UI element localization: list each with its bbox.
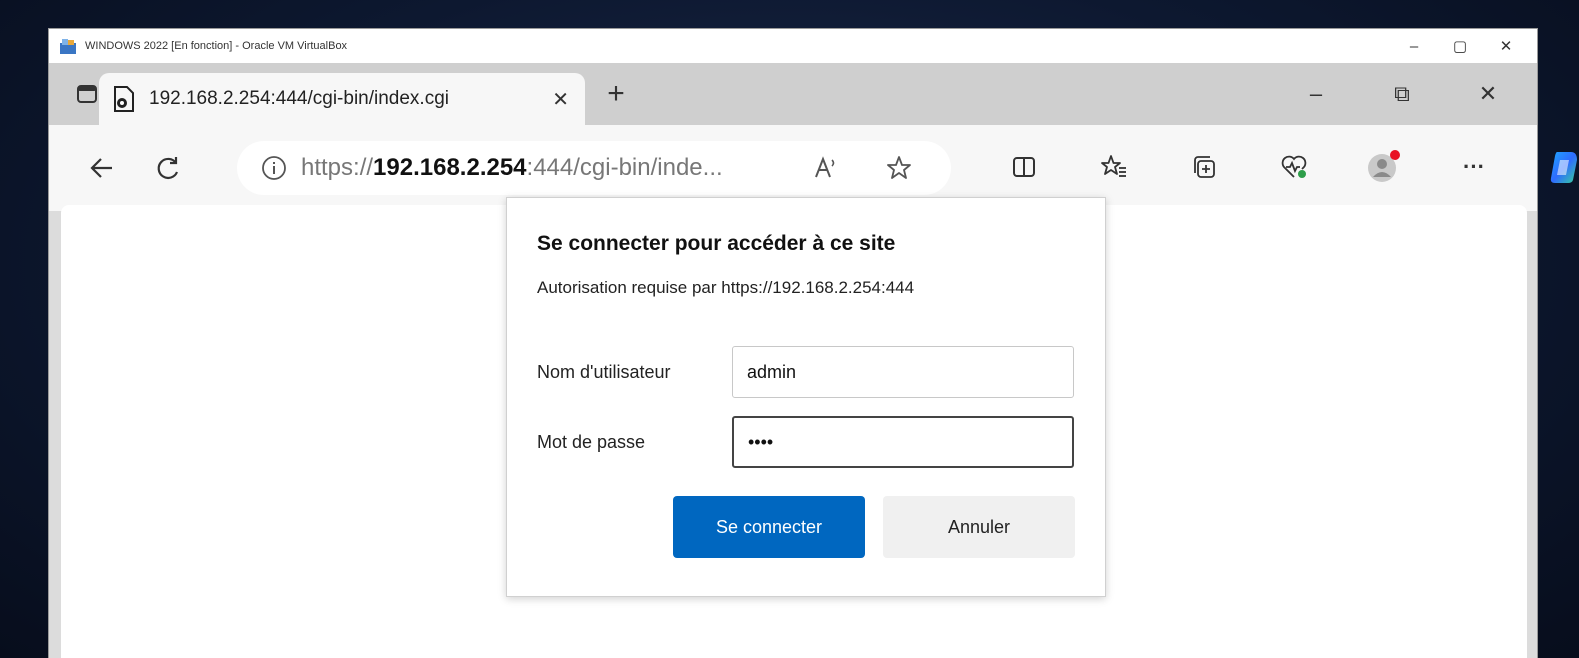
address-url: https://192.168.2.254:444/cgi-bin/inde..… <box>301 154 723 182</box>
browser-tabstrip: 192.168.2.254:444/cgi-bin/index.cgi ✕ + … <box>49 63 1537 125</box>
password-input[interactable] <box>732 416 1074 468</box>
sign-in-button[interactable]: Se connecter <box>673 496 865 558</box>
virtualbox-window: WINDOWS 2022 [En fonction] - Oracle VM V… <box>48 28 1577 658</box>
browser-window-controls: – ⧉ ✕ <box>1273 63 1531 125</box>
favorites-list-icon <box>1101 155 1126 177</box>
password-label: Mot de passe <box>537 431 646 452</box>
dialog-subtitle: Autorisation requise par https://192.168… <box>537 278 915 297</box>
url-host: 192.168.2.254 <box>373 154 527 181</box>
back-button[interactable] <box>69 138 135 198</box>
back-arrow-icon <box>90 158 112 178</box>
heart-pulse-icon <box>1281 155 1307 178</box>
url-path: :444/cgi-bin/inde... <box>526 154 723 181</box>
vbox-minimize-button[interactable]: – <box>1391 38 1437 55</box>
collections-button[interactable] <box>1159 137 1249 197</box>
browser-minimize-button[interactable]: – <box>1273 81 1359 107</box>
site-info-icon[interactable] <box>261 155 287 181</box>
browser-close-button[interactable]: ✕ <box>1445 81 1531 107</box>
copilot-button[interactable] <box>1519 137 1579 197</box>
vbox-maximize-button[interactable]: ▢ <box>1437 37 1483 55</box>
vbox-close-button[interactable]: ✕ <box>1483 37 1529 55</box>
favorite-star-icon[interactable] <box>885 154 913 182</box>
collections-icon <box>1194 156 1215 178</box>
virtualbox-title: WINDOWS 2022 [En fonction] - Oracle VM V… <box>85 40 348 52</box>
refresh-button[interactable] <box>135 138 201 198</box>
toolbar-right-icons: ··· <box>979 137 1579 197</box>
virtualbox-logo-icon <box>60 39 76 54</box>
dialog-title: Se connecter pour accéder à ce site <box>537 232 896 255</box>
profile-button[interactable] <box>1339 137 1429 197</box>
page-content: Se connecter pour accéder à ce site Auto… <box>61 197 1527 658</box>
split-screen-button[interactable] <box>979 137 1069 197</box>
refresh-icon <box>157 157 179 179</box>
tab-close-button[interactable]: ✕ <box>552 87 569 112</box>
url-scheme: https:// <box>301 154 374 181</box>
browser-essentials-button[interactable] <box>1249 137 1339 197</box>
virtualbox-window-controls: – ▢ ✕ <box>1391 29 1529 63</box>
browser-restore-button[interactable]: ⧉ <box>1359 81 1445 107</box>
copilot-icon <box>1550 152 1577 183</box>
split-screen-icon <box>1013 157 1035 177</box>
browser-tab-active[interactable]: 192.168.2.254:444/cgi-bin/index.cgi ✕ <box>99 73 585 125</box>
avatar-icon <box>1368 150 1400 182</box>
address-bar[interactable]: https://192.168.2.254:444/cgi-bin/inde..… <box>237 141 951 195</box>
page-favicon-icon <box>114 86 134 112</box>
auth-dialog: Se connecter pour accéder à ce site Auto… <box>506 197 1106 597</box>
tab-title: 192.168.2.254:444/cgi-bin/index.cgi <box>149 88 450 109</box>
more-menu-button[interactable]: ··· <box>1429 137 1519 197</box>
username-input[interactable] <box>732 346 1074 398</box>
tab-actions-icon <box>77 85 97 103</box>
new-tab-button[interactable]: + <box>585 63 647 125</box>
favorites-button[interactable] <box>1069 137 1159 197</box>
read-aloud-icon[interactable] <box>812 154 840 182</box>
username-label: Nom d'utilisateur <box>537 361 671 382</box>
username-row: Nom d'utilisateur <box>537 346 1077 398</box>
password-row: Mot de passe <box>537 416 1077 468</box>
virtualbox-titlebar: WINDOWS 2022 [En fonction] - Oracle VM V… <box>49 29 1537 63</box>
cancel-button[interactable]: Annuler <box>883 496 1075 558</box>
